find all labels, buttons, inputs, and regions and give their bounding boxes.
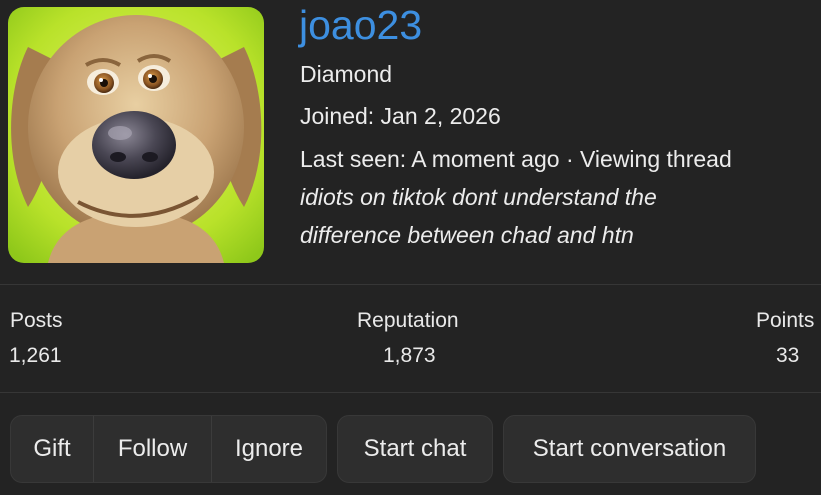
reputation-label: Reputation	[357, 309, 459, 332]
posts-value[interactable]: 1,261	[9, 343, 62, 369]
divider	[0, 392, 821, 393]
status-message: idiots on tiktok dont understand the dif…	[300, 184, 657, 248]
avatar[interactable]	[8, 7, 264, 263]
dog-avatar-image	[8, 7, 264, 263]
conversation-actions-group: Start conversation	[503, 415, 756, 483]
user-rank: Diamond	[300, 61, 393, 87]
posts-label: Posts	[10, 309, 63, 332]
username[interactable]: joao23	[299, 0, 422, 50]
gift-button[interactable]: Gift	[11, 416, 93, 482]
follow-button[interactable]: Follow	[93, 416, 211, 482]
start-chat-button[interactable]: Start chat	[338, 416, 492, 482]
ignore-button[interactable]: Ignore	[211, 416, 326, 482]
last-seen: Last seen: A moment ago · Viewing thread	[300, 146, 732, 172]
joined-date: Joined: Jan 2, 2026	[300, 103, 501, 129]
user-actions-group: Gift Follow Ignore	[10, 415, 327, 483]
start-conversation-button[interactable]: Start conversation	[504, 416, 755, 482]
points-label: Points	[756, 309, 815, 332]
divider	[0, 284, 821, 285]
reputation-value[interactable]: 1,873	[383, 343, 436, 369]
points-value[interactable]: 33	[776, 343, 799, 369]
chat-actions-group: Start chat	[337, 415, 493, 483]
